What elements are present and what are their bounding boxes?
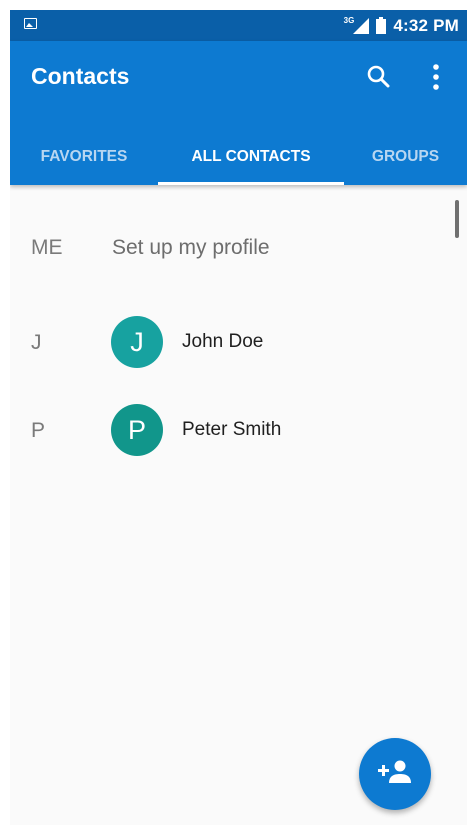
my-profile-row[interactable]: ME Set up my profile — [10, 218, 450, 278]
section-header-p: P — [31, 419, 46, 442]
scrollbar[interactable] — [455, 200, 459, 238]
section-header-me: ME — [31, 236, 63, 259]
contact-name: John Doe — [182, 331, 264, 352]
network-type: 3G — [343, 16, 355, 25]
app-title: Contacts — [31, 63, 130, 89]
contact-name: Peter Smith — [182, 419, 282, 440]
tab-all-contacts[interactable]: ALL CONTACTS — [158, 129, 344, 185]
avatar: P — [111, 404, 163, 456]
app-bar: Contacts FAVORITES ALL CONTACTS GROUPS — [10, 41, 467, 185]
tab-favorites[interactable]: FAVORITES — [10, 129, 158, 185]
clock: 4:32 PM — [393, 15, 459, 35]
overflow-menu-icon[interactable] — [426, 63, 446, 93]
contacts-screen: 3G 4:32 PM Contacts FAVORITES ALL CONTAC… — [10, 10, 467, 825]
search-icon[interactable] — [365, 63, 393, 91]
add-person-icon — [378, 759, 412, 790]
signal-icon — [353, 17, 370, 34]
image-notification-icon — [24, 18, 37, 29]
battery-icon — [376, 17, 387, 34]
contact-row-peter-smith[interactable]: P P Peter Smith — [10, 398, 450, 464]
status-bar: 3G 4:32 PM — [10, 10, 467, 41]
setup-profile-label: Set up my profile — [112, 236, 270, 259]
tab-groups[interactable]: GROUPS — [344, 129, 467, 185]
contact-row-john-doe[interactable]: J J John Doe — [10, 310, 450, 376]
section-header-j: J — [31, 331, 42, 354]
status-indicators: 3G 4:32 PM — [344, 10, 459, 41]
active-tab-indicator — [158, 182, 344, 185]
add-contact-button[interactable] — [359, 738, 431, 810]
avatar: J — [111, 316, 163, 368]
tab-bar: FAVORITES ALL CONTACTS GROUPS — [10, 129, 467, 185]
